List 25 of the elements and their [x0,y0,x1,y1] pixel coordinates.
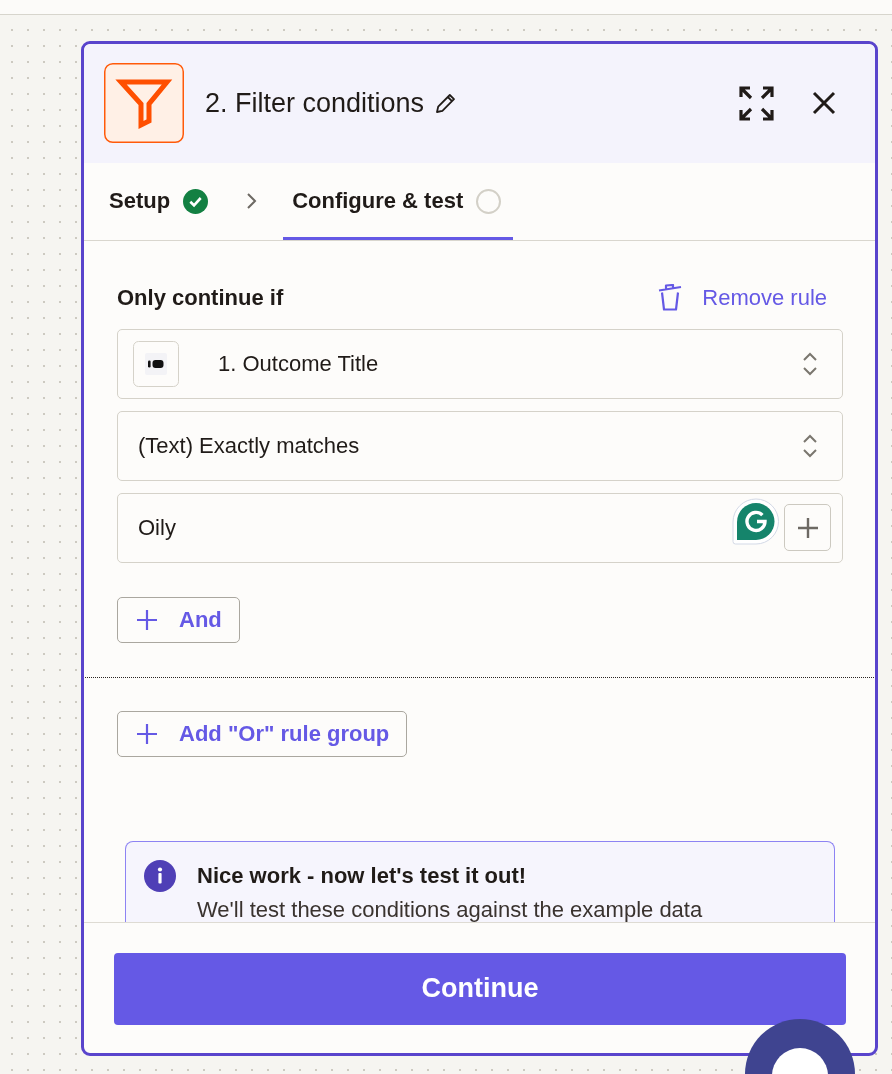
add-or-group-button[interactable]: Add "Or" rule group [117,710,408,757]
tab[interactable]: Setup [100,162,219,240]
text-input[interactable]: Oily [117,492,843,563]
close-icon[interactable] [812,91,836,115]
info-icon [144,859,176,892]
chat-launcher-icon[interactable] [745,1018,855,1074]
chevron-right-icon [245,192,258,210]
remove-rule-button[interactable]: Remove rule [658,284,827,311]
add-and-button[interactable]: And [117,596,240,643]
step-title: 2. Filter conditions [205,87,425,120]
plus-icon [137,609,157,630]
expand-icon[interactable] [739,85,774,121]
section-heading: Only continue if [117,284,284,311]
tab[interactable]: Configure & test [283,162,514,240]
notice-title: Nice work - now let's test it out! [197,861,528,890]
notice-text: We'll test these conditions against the example data [197,896,703,922]
plus-icon [797,517,818,538]
plus-icon [137,723,157,744]
select-field[interactable]: (Text) Exactly matches [117,410,843,481]
trash-icon [658,284,683,311]
continue-button[interactable]: Continue [114,952,846,1025]
filter-funnel-icon [104,63,184,143]
insert-data-button[interactable] [784,504,831,551]
select-field[interactable]: 1. Outcome Title [117,328,843,399]
g-badge-icon[interactable] [732,497,779,545]
